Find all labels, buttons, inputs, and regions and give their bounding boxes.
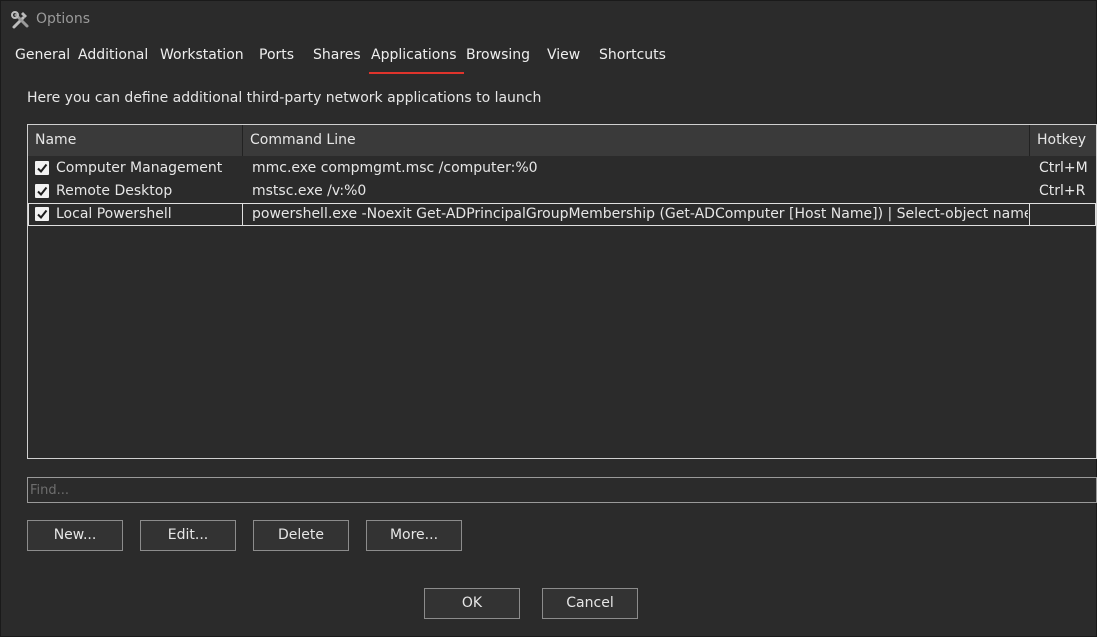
- app-command: mstsc.exe /v:%0: [252, 183, 367, 199]
- column-header-command[interactable]: Command Line: [243, 125, 1029, 156]
- cancel-button[interactable]: Cancel: [542, 588, 638, 619]
- edit-button[interactable]: Edit...: [140, 520, 236, 551]
- window-title: Options: [36, 11, 91, 27]
- table-row[interactable]: Computer Management mmc.exe compmgmt.msc…: [28, 157, 1096, 180]
- column-header-name[interactable]: Name: [28, 125, 242, 156]
- app-command: mmc.exe compmgmt.msc /computer:%0: [252, 160, 538, 176]
- page-description: Here you can define additional third-par…: [27, 90, 542, 106]
- row-checkbox[interactable]: [35, 184, 49, 198]
- more-button[interactable]: More...: [366, 520, 462, 551]
- ok-button[interactable]: OK: [424, 588, 520, 619]
- checkmark-icon: [37, 186, 48, 197]
- title-bar: Options: [0, 0, 1097, 40]
- app-command: powershell.exe -Noexit Get-ADPrincipalGr…: [252, 206, 1028, 222]
- tab-additional[interactable]: Additional: [78, 47, 148, 63]
- checkmark-icon: [37, 209, 48, 220]
- row-checkbox[interactable]: [35, 161, 49, 175]
- row-checkbox[interactable]: [35, 207, 49, 221]
- tab-browsing[interactable]: Browsing: [466, 47, 530, 63]
- tools-icon: [11, 11, 29, 29]
- new-button[interactable]: New...: [27, 520, 123, 551]
- table-header: Name Command Line Hotkey: [28, 125, 1096, 156]
- tab-view[interactable]: View: [547, 47, 580, 63]
- app-name: Computer Management: [56, 160, 223, 176]
- checkmark-icon: [37, 163, 48, 174]
- app-hotkey: Ctrl+M: [1039, 160, 1088, 176]
- table-row[interactable]: Remote Desktop mstsc.exe /v:%0 Ctrl+R: [28, 180, 1096, 203]
- tab-general[interactable]: General: [15, 47, 70, 63]
- find-input[interactable]: [27, 477, 1097, 503]
- app-name: Local Powershell: [56, 206, 172, 222]
- tab-ports[interactable]: Ports: [259, 47, 294, 63]
- column-header-hotkey[interactable]: Hotkey: [1030, 125, 1096, 156]
- tab-workstation[interactable]: Workstation: [160, 47, 244, 63]
- app-name: Remote Desktop: [56, 183, 173, 199]
- tab-shares[interactable]: Shares: [313, 47, 361, 63]
- table-row-selected[interactable]: Local Powershell powershell.exe -Noexit …: [28, 203, 1096, 226]
- tab-shortcuts[interactable]: Shortcuts: [599, 47, 666, 63]
- app-hotkey: [1039, 203, 1096, 226]
- active-tab-indicator: [369, 72, 464, 74]
- tab-applications[interactable]: Applications: [371, 47, 457, 63]
- applications-table: Name Command Line Hotkey Computer Manage…: [27, 124, 1097, 459]
- delete-button[interactable]: Delete: [253, 520, 349, 551]
- app-hotkey: Ctrl+R: [1039, 183, 1086, 199]
